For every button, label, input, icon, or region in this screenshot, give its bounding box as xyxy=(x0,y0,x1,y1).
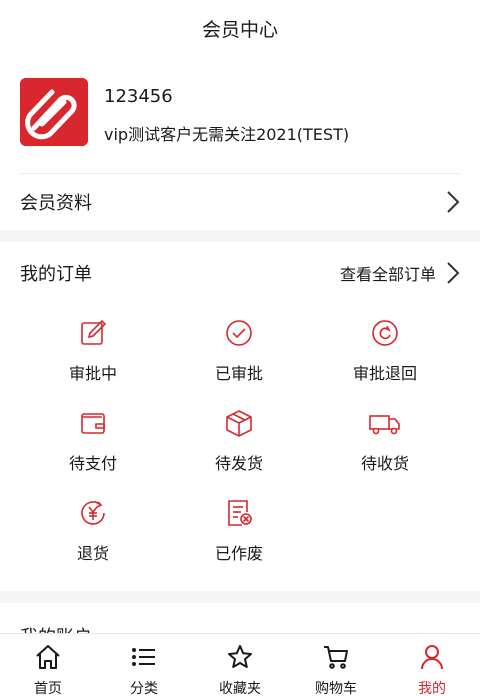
orders-section: 我的订单 查看全部订单 审批中 已审批 审批退回 待支付 待发货 待收货 退货 … xyxy=(0,242,480,591)
order-status-label: 已作废 xyxy=(214,544,263,563)
tab-label: 我的 xyxy=(418,681,446,696)
tab-mine[interactable]: 我的 xyxy=(384,634,480,696)
order-status-label: 审批退回 xyxy=(352,364,417,383)
order-status-label: 待发货 xyxy=(214,454,263,473)
order-status-label: 待收货 xyxy=(360,454,409,473)
chevron-right-icon xyxy=(446,190,460,214)
tab-category[interactable]: 分类 xyxy=(96,634,192,696)
order-status-grid: 审批中 已审批 审批退回 待支付 待发货 待收货 退货 已作废 xyxy=(0,316,480,570)
page-title: 会员中心 xyxy=(201,18,278,41)
avatar xyxy=(20,78,88,146)
order-status-awaiting-payment[interactable]: 待支付 xyxy=(20,406,166,480)
orders-title: 我的订单 xyxy=(20,264,92,285)
order-status-refund[interactable]: 退货 xyxy=(20,496,166,570)
home-icon xyxy=(34,643,62,675)
order-status-cancelled[interactable]: 已作废 xyxy=(166,496,312,570)
member-info-label: 会员资料 xyxy=(20,193,92,214)
user-icon xyxy=(418,643,446,675)
tab-cart[interactable]: 购物车 xyxy=(288,634,384,696)
order-status-label: 已审批 xyxy=(214,364,263,383)
view-all-label: 查看全部订单 xyxy=(339,265,436,284)
tab-label: 分类 xyxy=(130,681,158,696)
order-status-pending-approval[interactable]: 审批中 xyxy=(20,316,166,390)
paperclip-logo-icon xyxy=(20,78,88,146)
list-icon xyxy=(130,643,158,675)
page-header: 会员中心 xyxy=(0,0,480,56)
order-status-awaiting-receipt[interactable]: 待收货 xyxy=(312,406,458,480)
star-icon xyxy=(226,643,254,675)
username: 123456 xyxy=(104,86,173,107)
order-status-approved[interactable]: 已审批 xyxy=(166,316,312,390)
tab-label: 收藏夹 xyxy=(219,681,261,696)
return-circle-icon xyxy=(368,316,402,350)
tab-label: 首页 xyxy=(34,681,62,696)
cancelled-doc-icon xyxy=(222,496,256,530)
tab-label: 购物车 xyxy=(315,681,357,696)
check-circle-icon xyxy=(222,316,256,350)
edit-icon xyxy=(76,316,110,350)
view-all-orders-link[interactable]: 查看全部订单 xyxy=(340,261,460,285)
tab-home[interactable]: 首页 xyxy=(0,634,96,696)
order-status-label: 退货 xyxy=(76,544,109,563)
user-subtitle: vip测试客户无需关注2021(TEST) xyxy=(104,125,350,144)
wallet-icon xyxy=(76,406,110,440)
order-status-label: 待支付 xyxy=(68,454,117,473)
bottom-tab-bar: 首页 分类 收藏夹 购物车 我的 xyxy=(0,633,480,696)
package-icon xyxy=(222,406,256,440)
chevron-right-icon xyxy=(446,261,460,285)
order-status-label: 审批中 xyxy=(68,364,117,383)
order-status-awaiting-shipment[interactable]: 待发货 xyxy=(166,406,312,480)
member-info-row[interactable]: 会员资料 xyxy=(0,174,480,230)
truck-icon xyxy=(368,406,402,440)
yen-refund-icon xyxy=(76,496,110,530)
orders-header: 我的订单 查看全部订单 xyxy=(0,242,480,304)
cart-icon xyxy=(322,643,350,675)
order-status-returned[interactable]: 审批退回 xyxy=(312,316,458,390)
profile-card: 123456 vip测试客户无需关注2021(TEST) 会员资料 xyxy=(0,56,480,230)
tab-favorites[interactable]: 收藏夹 xyxy=(192,634,288,696)
